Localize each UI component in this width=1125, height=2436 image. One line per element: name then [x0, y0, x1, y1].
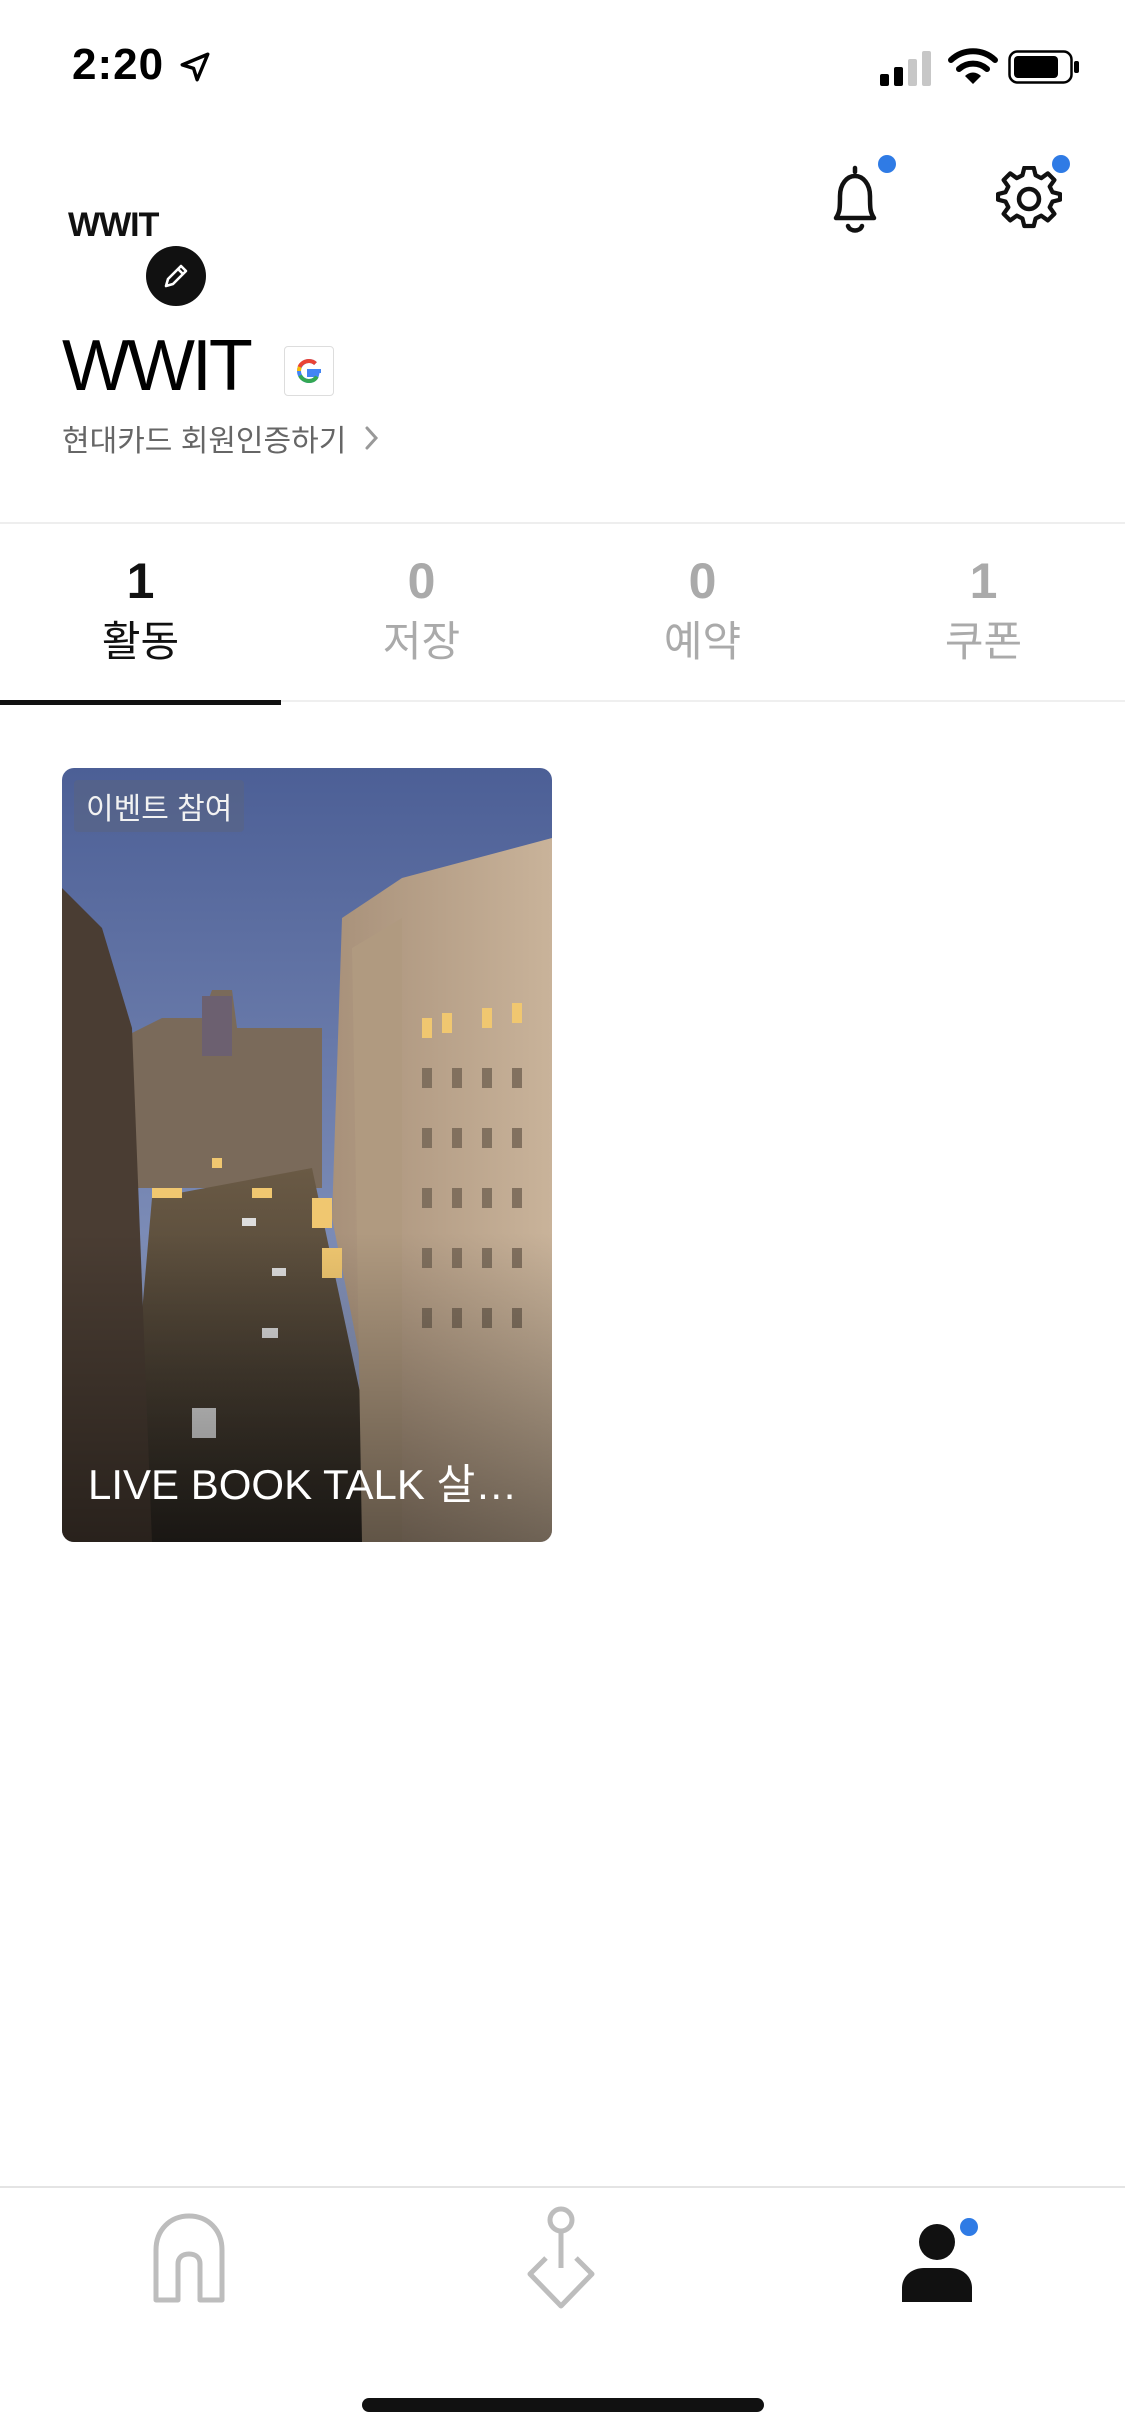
card-badge: 이벤트 참여	[74, 780, 245, 832]
tab-count: 0	[688, 553, 717, 609]
google-badge	[284, 346, 334, 396]
profile-dot	[960, 2218, 978, 2236]
city-street-photo	[62, 768, 552, 1542]
activity-card[interactable]: 이벤트 참여 LIVE BOOK TALK 살…	[62, 768, 552, 1542]
card-auth-label: 현대카드 회원인증하기	[62, 425, 347, 458]
location-arrow-icon	[180, 52, 210, 82]
card-title: LIVE BOOK TALK 살…	[88, 1461, 518, 1508]
edit-profile-button[interactable]	[146, 246, 206, 306]
gear-icon[interactable]	[996, 166, 1062, 232]
battery-icon	[1008, 50, 1079, 84]
google-icon	[296, 358, 321, 384]
tab-label: 쿠폰	[944, 618, 1023, 665]
tab-label: 저장	[382, 618, 461, 665]
home-indicator[interactable]	[362, 2398, 764, 2412]
home-icon[interactable]	[152, 2212, 226, 2304]
signal-icon	[880, 51, 931, 86]
section-divider	[0, 522, 1125, 524]
bell-icon[interactable]	[822, 162, 888, 238]
tab-active-indicator	[0, 700, 281, 705]
notification-dot	[878, 155, 896, 173]
card-auth-link[interactable]: 현대카드 회원인증하기	[62, 416, 380, 460]
username: WWIT	[62, 326, 253, 406]
nav-divider	[0, 2186, 1125, 2188]
tab-count: 0	[407, 553, 436, 609]
brand-logo: WWIT	[68, 206, 161, 242]
settings-dot	[1052, 155, 1070, 173]
location-pin-icon[interactable]	[524, 2206, 598, 2310]
logo-text: WWIT	[68, 206, 160, 242]
status-time: 2:20	[72, 40, 165, 89]
tab-saved[interactable]: 0 저장	[281, 550, 562, 672]
tab-activity[interactable]: 1 활동	[0, 550, 281, 672]
chevron-right-icon	[365, 426, 379, 450]
pencil-icon	[164, 264, 188, 288]
tab-count: 1	[126, 553, 155, 609]
tab-coupons[interactable]: 1 쿠폰	[843, 550, 1124, 672]
tab-label: 활동	[101, 618, 180, 665]
tab-count: 1	[969, 553, 998, 609]
tab-label: 예약	[663, 618, 742, 665]
tab-reservations[interactable]: 0 예약	[562, 550, 843, 672]
wifi-icon	[948, 48, 998, 84]
